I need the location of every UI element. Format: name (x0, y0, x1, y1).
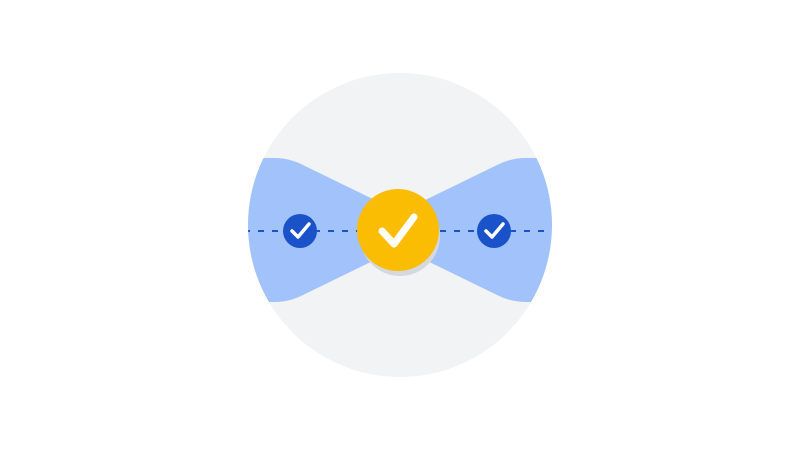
illustration-canvas (0, 0, 800, 450)
right-check-badge (477, 214, 511, 248)
verification-illustration (248, 73, 552, 377)
check-circle-icon (283, 214, 317, 248)
left-check-badge (283, 214, 317, 248)
check-circle-icon (357, 189, 439, 271)
check-circle-icon (477, 214, 511, 248)
